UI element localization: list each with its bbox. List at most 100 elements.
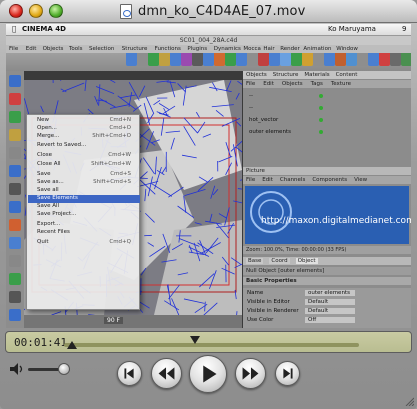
objects-menu-item[interactable]: Texture	[331, 81, 351, 87]
side-tool-icon[interactable]	[9, 219, 21, 231]
picture-menu-item[interactable]: View	[354, 177, 367, 183]
file-menu-item[interactable]: Save All	[37, 203, 137, 211]
object-row[interactable]: hot_vector	[249, 117, 409, 123]
side-tool-icon[interactable]	[9, 111, 21, 123]
side-tool-icon[interactable]	[9, 147, 21, 159]
object-row[interactable]: outer elements	[249, 129, 409, 135]
picture-menu-item[interactable]: Edit	[262, 177, 273, 183]
title-bar[interactable]: dmn_ko_C4D4AE_07.mov	[0, 0, 417, 23]
go-to-end-button[interactable]	[275, 361, 300, 386]
visibility-dot-icon[interactable]	[319, 106, 323, 110]
c4d-menu-render[interactable]: Render	[280, 46, 300, 52]
scrub-track[interactable]	[64, 343, 359, 347]
3d-viewport[interactable]: New Cmd+N Open... Cmd+O Merge... Shift+Cmd+O R…	[24, 80, 242, 315]
file-menu-item[interactable]: Save Elements	[28, 195, 140, 203]
side-tool-icon[interactable]	[9, 237, 21, 249]
visibility-dot-icon[interactable]	[319, 94, 323, 98]
attribute-section: Basic Properties	[243, 277, 411, 285]
clock: 9	[402, 25, 407, 33]
file-menu-item[interactable]: Save Cmd+S	[37, 171, 137, 179]
c4d-menu-plugins[interactable]: Plugins	[187, 46, 207, 52]
side-tool-icon[interactable]	[9, 273, 21, 285]
objects-menu-item[interactable]: File	[246, 81, 255, 87]
file-menu-item-label: Export...	[37, 221, 61, 227]
c4d-menu-functions[interactable]: Functions	[155, 46, 181, 52]
objects-tab[interactable]: Content	[336, 72, 358, 78]
c4d-menu-selection[interactable]: Selection	[89, 46, 114, 52]
attribute-tab[interactable]: Coord	[269, 258, 290, 264]
picture-menu-item[interactable]: File	[246, 177, 255, 183]
c4d-timeline[interactable]: 90 F	[24, 315, 242, 328]
play-button[interactable]	[189, 355, 227, 393]
picture-menu-item[interactable]: Components	[312, 177, 347, 183]
objects-menu-item[interactable]: Tags	[311, 81, 323, 87]
file-menu-item[interactable]: Export...	[37, 221, 137, 229]
close-button[interactable]	[9, 4, 23, 18]
side-tool-icon[interactable]	[9, 201, 21, 213]
side-tool-icon[interactable]	[9, 183, 21, 195]
c4d-menu-structure[interactable]: Structure	[122, 46, 148, 52]
c4d-menu-animation[interactable]: Animation	[303, 46, 331, 52]
file-menu-item[interactable]: Merge... Shift+Cmd+O	[37, 133, 137, 141]
file-menu-item[interactable]: Revert to Saved...	[37, 142, 137, 150]
file-menu-item[interactable]: Recent Files	[37, 229, 137, 237]
attribute-tab[interactable]: Object	[295, 258, 318, 264]
side-tool-icon[interactable]	[9, 93, 21, 105]
attribute-tab[interactable]: Base	[246, 258, 264, 264]
attribute-value[interactable]: Default	[305, 308, 355, 314]
objects-tabs: Objects Structure Materials Content	[243, 71, 411, 79]
side-tool-icon[interactable]	[9, 309, 21, 321]
fast-forward-button[interactable]	[235, 358, 266, 389]
file-menu-item[interactable]: Quit Cmd+Q	[37, 239, 137, 247]
objects-tab[interactable]: Objects	[246, 72, 267, 78]
object-row[interactable]: --	[249, 93, 409, 99]
rewind-icon	[158, 367, 175, 380]
timecode: 00:01:41	[14, 336, 67, 349]
file-menu-item[interactable]: Save as... Shift+Cmd+S	[37, 179, 137, 187]
c4d-menu-hair[interactable]: Hair	[263, 46, 274, 52]
visibility-dot-icon[interactable]	[319, 130, 323, 134]
minimize-button[interactable]	[29, 4, 43, 18]
attribute-row: Visible in Editor Default	[247, 299, 409, 305]
attribute-value[interactable]: Default	[305, 299, 355, 305]
c4d-menu-tools[interactable]: Tools	[69, 46, 83, 52]
picture-status: Zoom: 100.0%, Time: 00:00:00 (33 FPS)	[243, 246, 411, 254]
c4d-menu-objects[interactable]: Objects	[43, 46, 64, 52]
lcd-scrub-bar[interactable]: 00:01:41	[5, 331, 412, 353]
file-menu-item[interactable]: Open... Cmd+O	[37, 125, 137, 133]
file-menu-shortcut: Shift+Cmd+W	[91, 161, 131, 167]
side-tool-icon[interactable]	[9, 165, 21, 177]
side-tool-icon[interactable]	[9, 291, 21, 303]
c4d-menu-window[interactable]: Window	[336, 46, 358, 52]
attribute-value[interactable]: outer elements	[305, 290, 355, 296]
file-menu-item[interactable]: Close Cmd+W	[37, 152, 137, 160]
visibility-dot-icon[interactable]	[319, 118, 323, 122]
picture-menu-item[interactable]: Channels	[280, 177, 305, 183]
objects-menu-item[interactable]: Edit	[263, 81, 274, 87]
resize-grip-icon[interactable]	[404, 396, 414, 406]
attribute-key: Name	[247, 290, 264, 296]
side-tool-icon[interactable]	[9, 255, 21, 267]
attribute-value[interactable]: Off	[305, 317, 355, 323]
zoom-button[interactable]	[49, 4, 63, 18]
objects-tab[interactable]: Materials	[304, 72, 329, 78]
playhead[interactable]	[190, 336, 200, 344]
volume-knob[interactable]	[58, 363, 70, 375]
go-to-start-button[interactable]	[117, 361, 142, 386]
object-row[interactable]: --	[249, 105, 409, 111]
file-menu-item[interactable]: Save all	[37, 187, 137, 195]
picture-url: http://maxon.digitalmedianet.com	[261, 216, 411, 226]
file-menu-item[interactable]: New Cmd+N	[37, 117, 137, 125]
c4d-menu-edit[interactable]: Edit	[26, 46, 37, 52]
rewind-button[interactable]	[151, 358, 182, 389]
side-tool-icon[interactable]	[9, 129, 21, 141]
selection-start-marker[interactable]	[67, 341, 77, 349]
file-menu-item[interactable]: Close All Shift+Cmd+W	[37, 161, 137, 169]
c4d-menu-file[interactable]: File	[9, 46, 18, 52]
c4d-menu-dynamics[interactable]: Dynamics	[214, 46, 241, 52]
c4d-menu-mocca[interactable]: Mocca	[243, 46, 261, 52]
file-menu-item[interactable]: Save Project...	[37, 211, 137, 219]
objects-menu-item[interactable]: Objects	[282, 81, 303, 87]
side-tool-icon[interactable]	[9, 75, 21, 87]
objects-tab[interactable]: Structure	[273, 72, 299, 78]
